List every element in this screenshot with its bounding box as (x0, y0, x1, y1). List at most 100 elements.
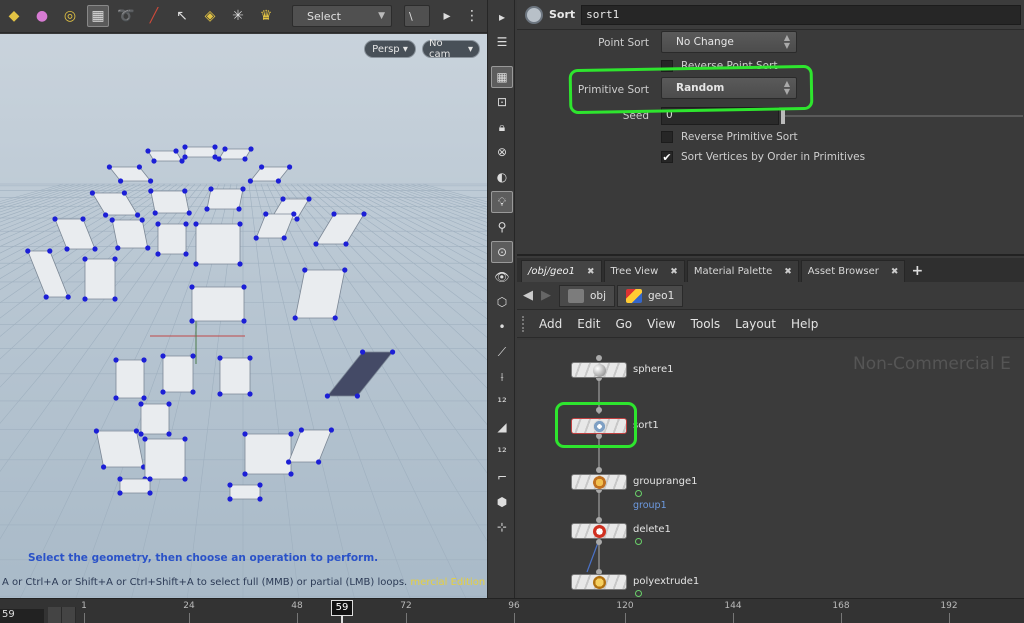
tab-tree-view[interactable]: Tree View ✖ (603, 260, 685, 282)
vector-display-icon[interactable]: ⟊ (491, 366, 513, 388)
perspective-menu[interactable]: Persp ▾ (364, 40, 416, 58)
edge-display-icon[interactable]: ◢ (491, 416, 513, 438)
sphere-patch (206, 188, 244, 210)
close-icon[interactable]: ✖ (784, 267, 792, 277)
arrow-right-icon[interactable]: ▸ (436, 5, 458, 27)
menu-layout[interactable]: Layout (735, 317, 776, 331)
point-number-icon[interactable]: ¹² (491, 391, 513, 413)
selected-point (302, 267, 308, 273)
timeline-ruler[interactable]: 1 24 48 72 96 120 144 168 192 59 (80, 599, 1024, 623)
node-sphere1[interactable] (571, 362, 627, 378)
updown-arrows-icon: ▲ ▼ (783, 79, 790, 96)
3d-viewport[interactable]: Persp ▾ No cam ▾ Select the geometry, th… (0, 34, 487, 598)
close-icon[interactable]: ✖ (587, 267, 595, 277)
handle-icon[interactable]: ◈ (199, 5, 221, 27)
grid-display-icon[interactable]: ▦ (491, 66, 513, 88)
sphere-patch (255, 213, 295, 239)
seed-slider-track[interactable] (783, 115, 1023, 117)
settings-icon[interactable]: ☰ (491, 31, 513, 53)
sort-vertices-checkbox[interactable]: ✔ Sort Vertices by Order in Primitives (661, 151, 865, 164)
network-icon[interactable]: ⋮ (461, 5, 483, 27)
menu-add[interactable]: Add (539, 317, 562, 331)
camera-menu[interactable]: No cam ▾ (422, 38, 480, 60)
viewport-help-primary: Select the geometry, then choose an oper… (28, 552, 379, 564)
lasso-icon[interactable]: ➰ (115, 5, 137, 27)
current-frame-indicator[interactable]: 59 (331, 600, 353, 616)
selected-point (43, 294, 49, 300)
breadcrumb-obj[interactable]: obj (559, 284, 616, 307)
selected-point (237, 221, 243, 227)
menu-go[interactable]: Go (615, 317, 632, 331)
forward-arrow-icon[interactable]: ▶ (541, 288, 551, 303)
hull-icon[interactable]: ⬢ (491, 491, 513, 513)
node-grouprange1[interactable] (571, 474, 627, 490)
lock-icon[interactable]: 🔒︎ (491, 116, 513, 138)
headlight-icon[interactable]: ⚲ (491, 216, 513, 238)
chevron-down-icon: ▼ (378, 11, 385, 21)
menu-view[interactable]: View (647, 317, 675, 331)
circle-icon[interactable]: ◎ (59, 5, 81, 27)
node-polyextrude1[interactable] (571, 574, 627, 590)
node-sort1[interactable] (571, 418, 627, 434)
point-icon[interactable]: ● (31, 5, 53, 27)
frame-field[interactable]: 59 (0, 609, 44, 623)
breadcrumb-geo1[interactable]: geo1 (617, 284, 684, 307)
back-arrow-icon[interactable]: ◀ (523, 288, 533, 303)
selected-point (242, 156, 248, 162)
close-icon[interactable]: ✖ (891, 267, 899, 277)
menu-help[interactable]: Help (791, 317, 818, 331)
reverse-primitive-sort-label: Reverse Primitive Sort (681, 131, 798, 143)
viewport-scene (0, 144, 487, 598)
shading-icon[interactable]: ◐ (491, 166, 513, 188)
seed-field[interactable]: 0 (661, 107, 779, 125)
reverse-point-sort-checkbox[interactable]: Reverse Point Sort (661, 60, 777, 72)
close-icon[interactable]: ✖ (670, 267, 678, 277)
selected-point (121, 190, 127, 196)
menu-edit[interactable]: Edit (577, 317, 600, 331)
select-box-icon[interactable]: ▦ (87, 5, 109, 27)
prim-number-icon[interactable]: ¹² (491, 441, 513, 463)
normal-display-icon[interactable]: ⟋ (491, 341, 513, 363)
pose-icon[interactable]: ↖ (171, 5, 193, 27)
box-select-icon[interactable]: ◆ (3, 5, 25, 27)
selected-point (148, 178, 154, 184)
selected-point (113, 395, 119, 401)
selected-point (227, 496, 233, 502)
crown-icon[interactable]: ♛ (255, 5, 277, 27)
next-frame-button[interactable] (62, 607, 76, 623)
menu-tools[interactable]: Tools (691, 317, 721, 331)
group-range-icon (593, 476, 606, 489)
prev-frame-button[interactable] (48, 607, 62, 623)
wireframe-icon[interactable]: ⬡ (491, 291, 513, 313)
secondary-mode-dropdown[interactable]: \ (404, 5, 430, 27)
vertex-display-icon[interactable]: ⊹ (491, 516, 513, 538)
selected-point (133, 428, 139, 434)
selected-point (286, 459, 292, 465)
point-sort-menu[interactable]: No Change ▲ ▼ (661, 31, 797, 53)
point-display-icon[interactable]: • (491, 316, 513, 338)
node-name-field[interactable]: sort1 (581, 4, 1022, 25)
magnet-icon[interactable]: ✳ (227, 5, 249, 27)
camera-label: No cam (429, 38, 451, 60)
seed-slider-handle[interactable] (781, 108, 785, 124)
add-tab-icon[interactable]: + (907, 260, 927, 282)
light-bulb-icon[interactable]: 💡︎ (491, 191, 513, 213)
reverse-primitive-sort-checkbox[interactable]: Reverse Primitive Sort (661, 131, 798, 143)
uv-icon[interactable]: ⌐ (491, 466, 513, 488)
select-mode-dropdown[interactable]: Select ▼ (292, 5, 392, 27)
sphere-patch (140, 403, 170, 435)
network-canvas[interactable]: Non-Commercial E sphere1 sort1 grouprang… (517, 340, 1024, 598)
tab-asset-browser[interactable]: Asset Browser ✖ (800, 260, 906, 282)
tab-geo1[interactable]: /obj/geo1 ✖ (521, 260, 602, 282)
primitive-sort-menu[interactable]: Random ▲ ▼ (661, 77, 797, 99)
ghost-icon[interactable]: ⊗ (491, 141, 513, 163)
camera-view-icon[interactable]: ⊙ (491, 241, 513, 263)
node-delete1[interactable] (571, 523, 627, 539)
timeline[interactable]: 59 1 24 48 72 96 120 144 168 192 59 (0, 598, 1024, 623)
laser-icon[interactable]: ╱ (143, 5, 165, 27)
arrow-up-icon[interactable]: ▸ (491, 6, 513, 28)
tab-material-palette[interactable]: Material Palette ✖ (686, 260, 799, 282)
snap-icon[interactable]: ⊡ (491, 91, 513, 113)
visibility-icon[interactable]: 👁︎ (491, 266, 513, 288)
selected-point (160, 389, 166, 395)
